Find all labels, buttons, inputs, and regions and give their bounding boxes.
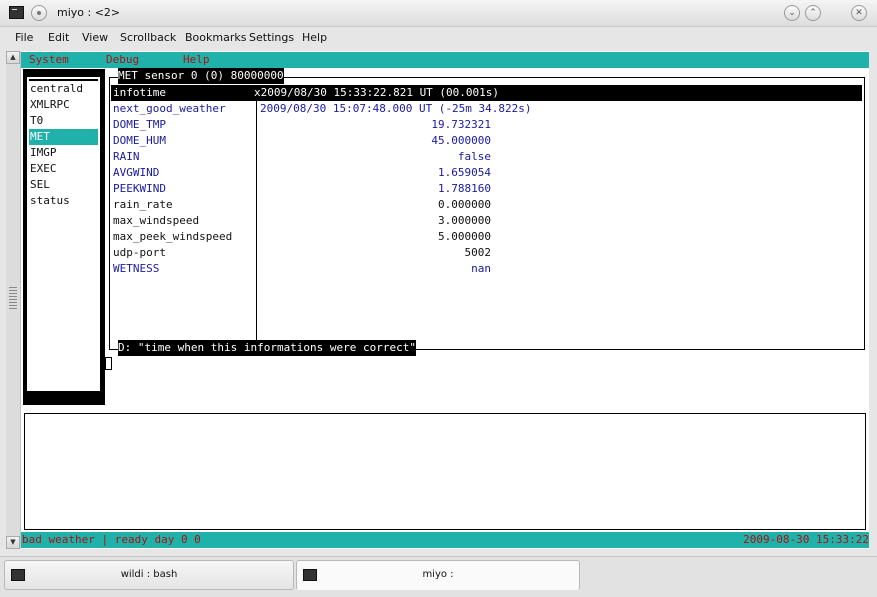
terminal-scrollbar[interactable]: ▲ ▼: [6, 51, 21, 549]
app-menu-debug[interactable]: Debug: [106, 52, 139, 68]
variable-value: nan: [471, 262, 491, 275]
menu-edit[interactable]: Edit: [48, 31, 69, 44]
variable-name: infotime: [113, 86, 166, 99]
terminal-screen[interactable]: System Debug Help centrald XMLRPC T0 MET IMG…: [21, 51, 869, 549]
window-title: miyo : <2>: [57, 6, 121, 19]
variable-name: DOME_HUM: [113, 134, 166, 147]
value-description: D: "time when this informations were cor…: [118, 340, 417, 356]
cursor-box: [105, 357, 112, 370]
variable-name: AVGWIND: [113, 166, 160, 179]
variable-name: DOME_TMP: [113, 118, 166, 131]
variable-name: PEEKWIND: [113, 182, 166, 195]
variable-value: 45.000000: [431, 134, 491, 147]
scroll-up-button[interactable]: ▲: [6, 51, 20, 64]
arrow-up-icon: ▲: [10, 53, 16, 61]
variable-name: RAIN: [113, 150, 140, 163]
variable-name: next_good_weather: [113, 102, 226, 115]
detail-row[interactable]: max_peek_windspeed 5.000000: [111, 229, 862, 245]
chevron-down-icon: ⌄: [788, 8, 796, 18]
device-list-item[interactable]: status: [29, 193, 98, 209]
detail-row[interactable]: rain_rate 0.000000: [111, 197, 862, 213]
detail-row[interactable]: next_good_weather 2009/08/30 15:07:48.000…: [111, 101, 862, 117]
variable-name: udp-port: [113, 246, 166, 259]
device-list-item[interactable]: T0: [29, 113, 98, 129]
device-list-item[interactable]: SEL: [29, 177, 98, 193]
status-left: bad weather | ready day 0 0: [22, 533, 201, 546]
window-titlebar[interactable]: miyo : <2> ⌄ ⌃ ✕: [0, 0, 877, 27]
variable-name: WETNESS: [113, 262, 160, 275]
menu-settings[interactable]: Settings: [249, 31, 294, 44]
app-menu-bar: [21, 52, 869, 68]
variable-name: max_windspeed: [113, 214, 200, 227]
detail-row[interactable]: max_windspeed 3.000000: [111, 213, 862, 229]
menu-help[interactable]: Help: [302, 31, 327, 44]
minimize-button[interactable]: ⌄: [784, 5, 800, 21]
tab-label: wildi : bash: [120, 569, 178, 580]
scroll-down-button[interactable]: ▼: [6, 536, 20, 549]
tab-label: miyo :: [422, 569, 454, 580]
terminal-app-icon[interactable]: [9, 6, 24, 19]
detail-row[interactable]: PEEKWIND 1.788160: [111, 181, 862, 197]
maximize-button[interactable]: ⌃: [805, 5, 821, 21]
tab-miyo[interactable]: miyo :: [296, 560, 580, 590]
device-list-item[interactable]: centrald: [29, 81, 98, 97]
variable-value: false: [457, 150, 491, 163]
variable-value: 2009/08/30 15:07:48.000 UT (-25m 34.822s…: [260, 102, 532, 115]
dot-icon: [37, 11, 41, 15]
variable-value: 0.000000: [438, 198, 491, 211]
device-list-item[interactable]: IMGP: [29, 145, 98, 161]
chevron-up-icon: ⌃: [809, 8, 817, 18]
menu-scrollback[interactable]: Scrollback: [120, 31, 176, 44]
menu-view[interactable]: View: [82, 31, 108, 44]
close-icon: ✕: [855, 8, 863, 18]
variable-name: max_peek_windspeed: [113, 230, 233, 243]
menu-file[interactable]: File: [15, 31, 33, 44]
detail-row[interactable]: DOME_TMP 19.732321: [111, 117, 862, 133]
variable-value: 1.788160: [438, 182, 491, 195]
variable-value: 5002: [464, 246, 492, 259]
variable-value: 5.000000: [438, 230, 491, 243]
detail-row[interactable]: DOME_HUM 45.000000: [111, 133, 862, 149]
detail-row[interactable]: udp-port 5002: [111, 245, 862, 261]
app-menu-system[interactable]: System: [29, 52, 69, 68]
variable-value: 19.732321: [431, 118, 491, 131]
log-area: [24, 413, 866, 530]
detail-row[interactable]: AVGWIND 1.659054: [111, 165, 862, 181]
close-button[interactable]: ✕: [851, 5, 867, 21]
device-list: centrald XMLRPC T0 MET IMGP EXEC SEL status: [29, 81, 98, 389]
tab-wildi-bash[interactable]: wildi : bash: [4, 560, 294, 590]
scroll-grip[interactable]: [9, 287, 17, 309]
detail-row[interactable]: WETNESS nan: [111, 261, 862, 277]
device-list-item[interactable]: MET: [29, 129, 98, 145]
menu-bookmarks[interactable]: Bookmarks: [185, 31, 246, 44]
app-menu-help[interactable]: Help: [183, 52, 210, 68]
device-title: MET sensor 0 (0) 80000000: [118, 68, 284, 84]
device-list-item[interactable]: EXEC: [29, 161, 98, 177]
status-clock: 2009-08-30 15:33:22: [743, 533, 869, 546]
variable-value: 1.659054: [438, 166, 491, 179]
variable-value: 3.000000: [438, 214, 491, 227]
detail-row[interactable]: RAIN false: [111, 149, 862, 165]
arrow-down-icon: ▼: [10, 538, 16, 546]
terminal-tab-bar: wildi : bash miyo :: [0, 556, 877, 597]
detail-row[interactable]: infotime x2009/08/30 15:33:22.821 UT (00.…: [111, 85, 862, 101]
device-list-item[interactable]: XMLRPC: [29, 97, 98, 113]
window-menu-button[interactable]: [31, 5, 47, 21]
menubar: File Edit View Scrollback Bookmarks Sett…: [0, 27, 877, 49]
variable-name: rain_rate: [113, 198, 173, 211]
variable-value: x2009/08/30 15:33:22.821 UT (00.001s): [254, 86, 500, 99]
